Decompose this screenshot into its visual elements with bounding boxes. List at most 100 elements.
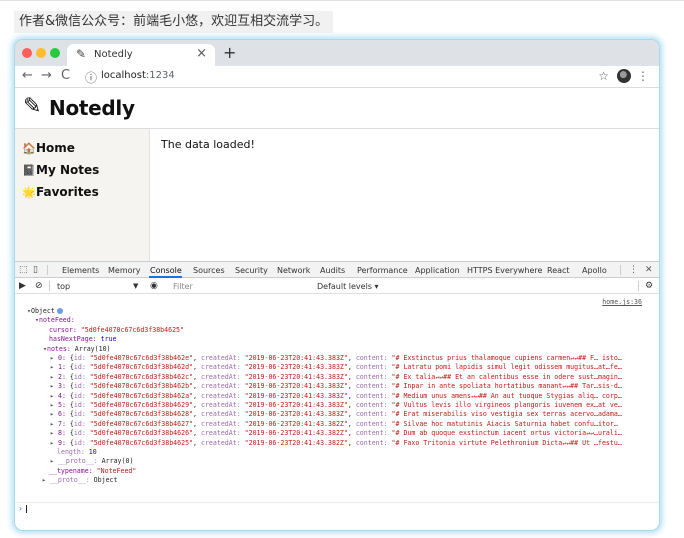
- tab-network[interactable]: Network: [277, 266, 310, 275]
- note-content: "# Faxo Tritonia virtute Pelethronium Di…: [391, 438, 622, 447]
- tab-application[interactable]: Application: [415, 266, 460, 275]
- tab-sources[interactable]: Sources: [193, 266, 225, 275]
- forward-icon[interactable]: →: [41, 68, 52, 83]
- nav-home-label: Home: [36, 141, 75, 155]
- note-id: "5d0fe4070c67c6d3f38b462a": [89, 391, 194, 400]
- note-content: "# Latratu pomi lapidis simul legit odis…: [391, 363, 622, 372]
- expand-arrow-icon[interactable]: ▸: [50, 392, 54, 400]
- device-toolbar-icon[interactable]: ▯: [33, 265, 38, 275]
- tree-notes[interactable]: ▾notes: Array(10): [15, 345, 647, 354]
- main-content-text: The data loaded!: [161, 138, 255, 151]
- app-header: ✎ Notedly: [15, 88, 659, 129]
- close-icon[interactable]: ×: [196, 46, 207, 61]
- sidebar-nav: 🏠Home 📓My Notes 🌟Favorites: [15, 129, 150, 261]
- star-icon: 🌟: [22, 186, 36, 199]
- tab-apollo[interactable]: Apollo: [582, 266, 607, 275]
- note-content: "# Dum ab quoque exstinctum iacent ortus…: [391, 429, 622, 438]
- tab-https-everywhere[interactable]: HTTPS Everywhere: [467, 266, 542, 275]
- expand-arrow-icon[interactable]: ▸: [50, 363, 54, 371]
- tree-root[interactable]: ▾Object: [15, 307, 647, 316]
- nav-favorites[interactable]: 🌟Favorites: [22, 185, 99, 199]
- tab-console[interactable]: Console: [150, 266, 182, 275]
- expand-arrow-icon[interactable]: ▸: [50, 354, 54, 362]
- note-id: "5d0fe4070c67c6d3f38b4628": [89, 410, 194, 419]
- val-proto-object: Object: [93, 476, 118, 485]
- expand-arrow-icon[interactable]: ▸: [50, 420, 54, 428]
- note-row[interactable]: ▸ 6: {id: "5d0fe4070c67c6d3f38b4628", cr…: [15, 410, 647, 419]
- tree-hasnextpage: hasNextPage: true: [15, 335, 647, 344]
- top-divider: [0, 0, 684, 1]
- expand-arrow-icon[interactable]: ▸: [50, 382, 54, 390]
- devtools-close-icon[interactable]: ✕: [645, 265, 653, 275]
- note-content: "# Inpar in ante spoliata hortatibus man…: [391, 382, 622, 391]
- val-proto-array: Array(0): [101, 457, 134, 466]
- tab-security[interactable]: Security: [235, 266, 268, 275]
- note-row[interactable]: ▸ 7: {id: "5d0fe4070c67c6d3f38b4627", cr…: [15, 420, 647, 429]
- browser-tab[interactable]: ✎ Notedly ×: [67, 44, 215, 66]
- bookmark-star-icon[interactable]: ☆: [598, 69, 609, 83]
- reload-icon[interactable]: C: [61, 68, 70, 83]
- chevron-down-icon[interactable]: ▼: [133, 282, 138, 290]
- address-bar[interactable]: localhost:1234: [101, 70, 175, 81]
- console-input[interactable]: ›: [15, 502, 659, 514]
- tree-length: length: 10: [15, 448, 647, 457]
- inspect-element-icon[interactable]: ⬚: [19, 265, 28, 275]
- expand-arrow-icon[interactable]: ▸: [50, 439, 54, 447]
- info-icon: [56, 308, 63, 314]
- note-row[interactable]: ▸ 2: {id: "5d0fe4070c67c6d3f38b462c", cr…: [15, 373, 647, 382]
- note-row[interactable]: ▸ 8: {id: "5d0fe4070c67c6d3f38b4626", cr…: [15, 429, 647, 438]
- expand-arrow-icon[interactable]: ▸: [50, 373, 54, 381]
- nav-my-notes[interactable]: 📓My Notes: [22, 163, 99, 177]
- close-window-button[interactable]: [22, 48, 32, 58]
- back-icon[interactable]: ←: [22, 68, 33, 83]
- profile-avatar[interactable]: [617, 69, 631, 83]
- expand-arrow-icon[interactable]: ▸: [50, 410, 54, 418]
- val-cursor: "5d0fe4070c67c6d3f38b4625": [80, 325, 184, 334]
- clear-console-icon[interactable]: ⊘: [35, 281, 43, 291]
- active-tab-indicator: [149, 276, 182, 278]
- tab-audits[interactable]: Audits: [320, 266, 345, 275]
- eye-icon[interactable]: ◉: [150, 281, 158, 291]
- tab-memory[interactable]: Memory: [108, 266, 141, 275]
- devtools-menu-icon[interactable]: ⋮: [629, 265, 638, 275]
- expand-arrow-icon[interactable]: ▸: [50, 457, 54, 465]
- note-row[interactable]: ▸ 1: {id: "5d0fe4070c67c6d3f38b462d", cr…: [15, 363, 647, 372]
- expand-arrow-icon[interactable]: ▸: [50, 429, 54, 437]
- expand-arrow-icon[interactable]: ▸: [50, 401, 54, 409]
- maximize-window-button[interactable]: [50, 48, 60, 58]
- note-content: "# Exstinctus prius thalamoque cupiens c…: [391, 354, 622, 362]
- val-notes: Array(10): [74, 344, 111, 353]
- filter-input[interactable]: Filter: [173, 282, 193, 291]
- new-tab-button[interactable]: +: [223, 43, 236, 62]
- note-created-at: "2019-06-23T20:41:43.383Z": [244, 401, 348, 409]
- tab-react[interactable]: React: [547, 266, 570, 275]
- info-icon[interactable]: ⓘ: [85, 69, 97, 86]
- toolbar-separator: [49, 281, 50, 291]
- source-link[interactable]: home.js:36: [602, 298, 642, 307]
- note-row[interactable]: ▸ 4: {id: "5d0fe4070c67c6d3f38b462a", cr…: [15, 392, 647, 401]
- tree-proto-object[interactable]: ▸ __proto__: Object: [15, 476, 647, 485]
- context-select[interactable]: top: [57, 282, 70, 291]
- note-row[interactable]: ▸ 9: {id: "5d0fe4070c67c6d3f38b4625", cr…: [15, 439, 647, 448]
- note-row[interactable]: ▸ 5: {id: "5d0fe4070c67c6d3f38b4629", cr…: [15, 401, 647, 410]
- log-levels-select[interactable]: Default levels ▾: [317, 282, 379, 291]
- root-label: Object: [30, 307, 55, 315]
- note-content: "# Vultus levis illo virgineos plangoris…: [391, 401, 622, 409]
- note-id: "5d0fe4070c67c6d3f38b4627": [89, 419, 194, 428]
- more-menu-icon[interactable]: ⋮: [637, 69, 649, 83]
- note-row[interactable]: ▸ 0: {id: "5d0fe4070c67c6d3f38b462e", cr…: [15, 354, 647, 363]
- tree-notefeed[interactable]: ▾noteFeed:: [15, 316, 647, 325]
- browser-window: ✎ Notedly × + ← → C ⓘ localhost:1234 ☆ ⋮…: [14, 39, 660, 531]
- minimize-window-button[interactable]: [36, 48, 46, 58]
- settings-gear-icon[interactable]: ⚙: [645, 281, 653, 291]
- nav-my-notes-label: My Notes: [36, 163, 100, 177]
- tab-performance[interactable]: Performance: [357, 266, 408, 275]
- val-hasnextpage: true: [100, 335, 117, 344]
- show-sidebar-icon[interactable]: ▶: [19, 281, 26, 291]
- note-id: "5d0fe4070c67c6d3f38b4626": [89, 429, 194, 438]
- note-row[interactable]: ▸ 3: {id: "5d0fe4070c67c6d3f38b462b", cr…: [15, 382, 647, 391]
- tab-elements[interactable]: Elements: [62, 266, 99, 275]
- expand-arrow-icon[interactable]: ▸: [42, 476, 46, 484]
- nav-home[interactable]: 🏠Home: [22, 141, 75, 155]
- tree-proto-array[interactable]: ▸ __proto__: Array(0): [15, 457, 647, 466]
